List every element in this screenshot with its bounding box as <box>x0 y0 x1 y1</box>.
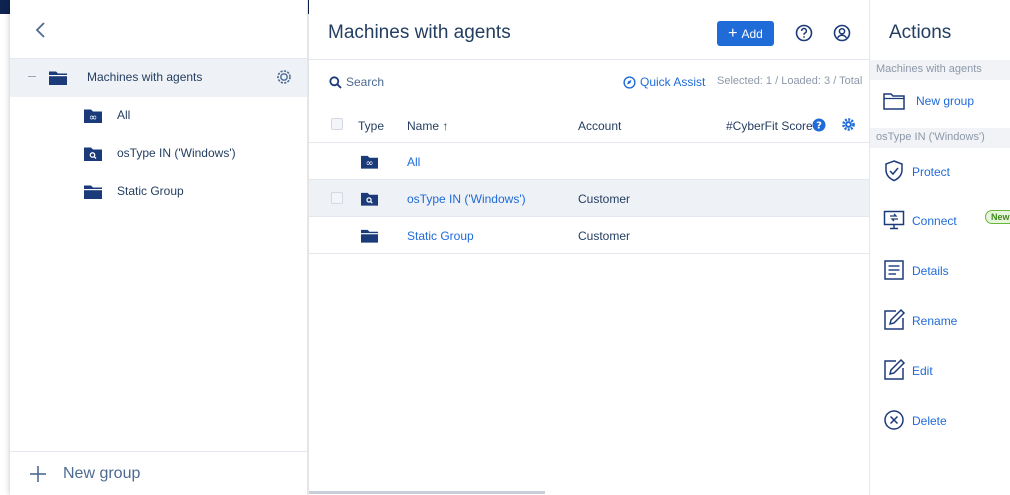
tree-item-static-group[interactable]: Static Group <box>10 173 307 211</box>
action-label: Details <box>912 264 949 278</box>
action-label: Delete <box>912 414 947 428</box>
horizontal-scrollbar[interactable] <box>309 491 545 494</box>
tree-item-ostype-windows[interactable]: osType IN ('Windows') <box>10 135 307 173</box>
folder-icon <box>361 229 378 243</box>
gear-icon[interactable] <box>275 68 293 86</box>
actions-section-header: osType IN ('Windows') <box>870 128 1010 148</box>
add-button[interactable]: + Add <box>717 21 774 46</box>
row-name-link[interactable]: osType IN ('Windows') <box>407 192 526 206</box>
edit-pencil-icon <box>884 358 906 380</box>
column-type[interactable]: Type <box>358 119 384 133</box>
main-header: Machines with agents + Add <box>309 0 869 60</box>
collapse-icon[interactable] <box>28 76 36 77</box>
action-label: Protect <box>912 165 951 179</box>
search-folder-icon <box>361 192 378 206</box>
table-row[interactable]: ∞ All <box>309 143 869 180</box>
select-all-checkbox[interactable] <box>331 118 343 130</box>
actions-section-header: Machines with agents <box>870 60 1010 80</box>
action-label: Edit <box>912 364 933 378</box>
info-icon[interactable]: ? <box>812 118 826 132</box>
tree-item-all[interactable]: ∞ All <box>10 97 307 135</box>
folder-icon <box>84 185 102 199</box>
action-label: Connect <box>912 214 957 228</box>
actions-title: Actions <box>889 22 952 43</box>
list-toolbar: Search Quick Assist Selected: 1 / Loaded… <box>309 60 869 104</box>
svg-text:∞: ∞ <box>89 113 97 124</box>
row-name-link[interactable]: All <box>407 155 420 169</box>
row-account: Customer <box>578 192 631 206</box>
account-icon[interactable] <box>833 24 851 42</box>
svg-text:?: ? <box>816 121 822 132</box>
folder-outline-icon <box>883 93 905 110</box>
folder-icon <box>49 71 67 85</box>
actions-panel: Actions Machines with agents New group o… <box>869 0 1010 495</box>
column-settings-gear-icon[interactable] <box>841 117 856 132</box>
column-cyberfit-score[interactable]: #CyberFit Score <box>726 119 813 133</box>
page-title: Machines with agents <box>328 22 511 43</box>
action-label: New group <box>916 94 975 108</box>
quick-assist-icon <box>623 76 636 89</box>
pencil-icon <box>884 308 906 330</box>
plus-icon: + <box>728 24 738 42</box>
selection-status: Selected: 1 / Loaded: 3 / Total <box>717 75 863 87</box>
tree-item-machines-with-agents[interactable]: Machines with agents <box>10 59 307 97</box>
back-chevron-icon[interactable] <box>34 20 48 40</box>
new-group-button[interactable]: New group <box>10 451 307 495</box>
search-folder-icon <box>84 147 102 161</box>
row-account: Customer <box>578 229 631 243</box>
column-account[interactable]: Account <box>578 119 621 133</box>
new-group-label: New group <box>63 465 141 482</box>
delete-circle-x-icon <box>884 410 904 430</box>
left-panel-header <box>10 0 307 59</box>
help-icon[interactable] <box>795 24 813 42</box>
plus-icon <box>30 466 46 482</box>
quick-assist-link[interactable]: Quick Assist <box>640 75 705 89</box>
infinity-folder-icon: ∞ <box>361 155 378 169</box>
row-name-link[interactable]: Static Group <box>407 229 474 243</box>
svg-text:∞: ∞ <box>366 158 374 169</box>
infinity-folder-icon: ∞ <box>84 109 102 124</box>
table-header: Type Name ↑ Account #CyberFit Score ? <box>309 104 869 143</box>
remote-desktop-icon <box>883 210 905 230</box>
add-button-label: Add <box>741 26 763 41</box>
new-badge: New <box>985 210 1010 224</box>
tree-item-label: Machines with agents <box>87 70 203 84</box>
group-tree-panel: Machines with agents ∞ All osType IN ('W… <box>10 0 308 495</box>
tree-item-label: Static Group <box>117 184 184 198</box>
action-label: Rename <box>912 314 958 328</box>
details-list-icon <box>884 260 904 280</box>
table-row[interactable]: osType IN ('Windows') Customer <box>309 180 869 217</box>
search-input[interactable]: Search <box>346 75 384 89</box>
tree-item-label: All <box>117 108 131 122</box>
tree-item-label: osType IN ('Windows') <box>117 146 236 160</box>
shield-check-icon <box>885 160 903 182</box>
machines-list-panel: Machines with agents + Add Search Quick … <box>309 0 869 495</box>
table-row[interactable]: Static Group Customer <box>309 217 869 254</box>
group-tree: Machines with agents ∞ All osType IN ('W… <box>10 59 307 211</box>
row-checkbox[interactable] <box>331 192 343 204</box>
column-name[interactable]: Name ↑ <box>407 119 448 133</box>
search-icon <box>329 76 342 89</box>
